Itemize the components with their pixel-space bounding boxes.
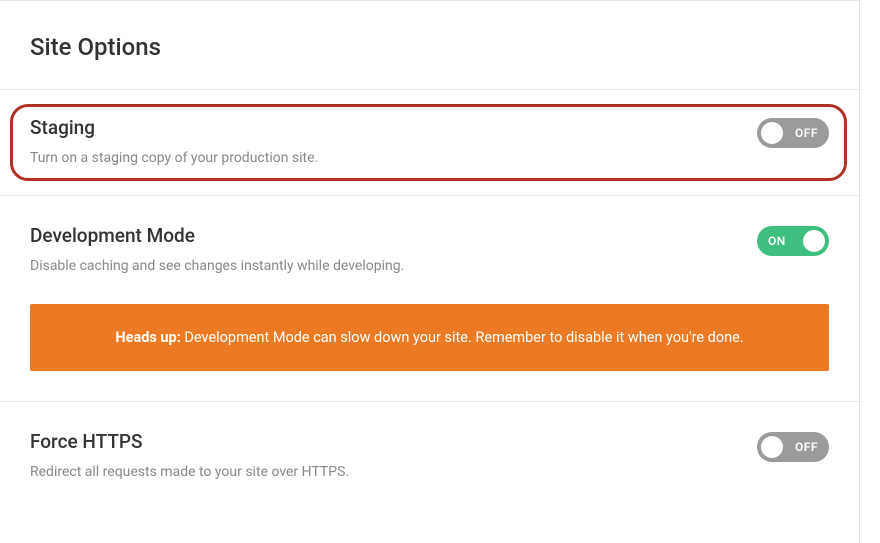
staging-toggle-label: OFF — [795, 126, 818, 140]
toggle-knob-icon — [761, 122, 783, 144]
force-https-section: Force HTTPS Redirect all requests made t… — [0, 402, 859, 543]
alert-bold-text: Heads up: — [115, 329, 180, 346]
development-description: Disable caching and see changes instantl… — [30, 257, 757, 277]
development-toggle[interactable]: ON — [757, 226, 829, 256]
toggle-knob-icon — [803, 230, 825, 252]
force-https-toggle-label: OFF — [795, 440, 818, 454]
page-title: Site Options — [30, 33, 829, 61]
staging-section: Staging Turn on a staging copy of your p… — [0, 90, 859, 196]
staging-toggle[interactable]: OFF — [757, 118, 829, 148]
toggle-knob-icon — [761, 436, 783, 458]
force-https-title: Force HTTPS — [30, 430, 757, 453]
force-https-description: Redirect all requests made to your site … — [30, 463, 757, 483]
page-header: Site Options — [0, 0, 859, 90]
development-toggle-label: ON — [768, 234, 786, 248]
development-title: Development Mode — [30, 224, 757, 247]
force-https-toggle[interactable]: OFF — [757, 432, 829, 462]
staging-description: Turn on a staging copy of your productio… — [30, 149, 757, 169]
alert-text: Development Mode can slow down your site… — [181, 329, 744, 346]
development-section: Development Mode Disable caching and see… — [0, 196, 859, 403]
staging-title: Staging — [30, 116, 757, 139]
development-alert: Heads up: Development Mode can slow down… — [30, 304, 829, 371]
